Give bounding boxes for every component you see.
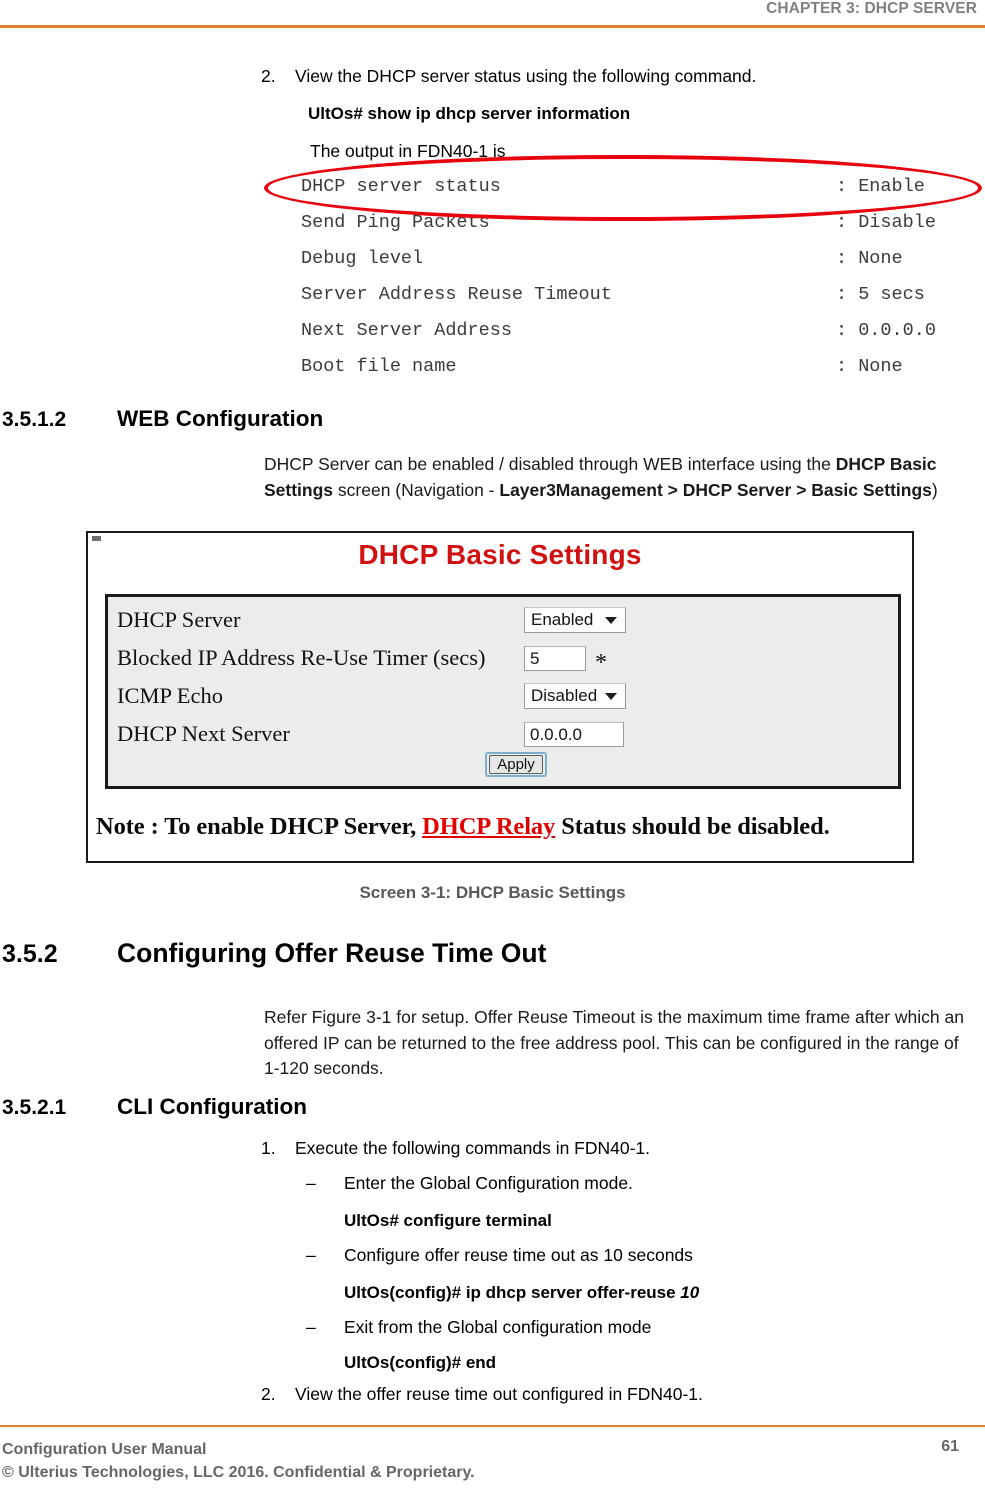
field-label: DHCP Next Server	[117, 721, 290, 746]
cli-command-text: UltOs(config)# end	[344, 1353, 497, 1372]
terminal-value: : None	[836, 356, 903, 377]
terminal-value: : None	[836, 248, 903, 269]
blocked-ip-timer-input[interactable]: 5	[524, 646, 586, 671]
dhcp-next-server-value: 0.0.0.0	[530, 724, 582, 744]
dhcp-next-server-input[interactable]: 0.0.0.0	[524, 722, 624, 747]
dhcp-relay-link[interactable]: DHCP Relay	[422, 813, 555, 840]
list-item: 2. View the DHCP server status using the…	[261, 64, 961, 89]
chevron-down-icon	[605, 693, 617, 700]
terminal-value: : 5 secs	[836, 284, 925, 305]
output-intro-text: The output in FDN40-1 is	[310, 141, 506, 161]
settings-panel: DHCP Server Enabled Blocked IP Address R…	[105, 594, 901, 789]
terminal-row: Next Server Address : 0.0.0.0	[301, 320, 961, 356]
terminal-value: : 0.0.0.0	[836, 320, 936, 341]
chapter-title: CHAPTER 3: DHCP SERVER	[766, 0, 977, 17]
terminal-row: Debug level : None	[301, 248, 961, 284]
list-item: – Exit from the Global configuration mod…	[306, 1315, 966, 1340]
document-page: CHAPTER 3: DHCP SERVER 2. View the DHCP …	[0, 0, 985, 1495]
footer-rule	[0, 1425, 985, 1427]
dhcp-server-select[interactable]: Enabled	[524, 607, 626, 633]
terminal-key: Server Address Reuse Timeout	[301, 284, 612, 305]
apply-button-inner: Apply	[489, 755, 543, 774]
blocked-ip-timer-value: 5	[530, 648, 540, 668]
terminal-key: Next Server Address	[301, 320, 512, 341]
form-row-dhcp-server: DHCP Server Enabled	[117, 601, 897, 639]
list-item-text: Enter the Global Configuration mode.	[344, 1173, 633, 1193]
paragraph-segment: DHCP Server can be enabled / disabled th…	[264, 454, 836, 474]
list-item: – Configure offer reuse time out as 10 s…	[306, 1243, 966, 1268]
heading-number: 3.5.2	[2, 940, 58, 968]
field-label: Blocked IP Address Re-Use Timer (secs)	[117, 645, 486, 670]
list-item-text: Exit from the Global configuration mode	[344, 1317, 652, 1337]
heading-cli-configuration: 3.5.2.1 CLI Configuration	[2, 1094, 307, 1120]
list-item: – Enter the Global Configuration mode.	[306, 1171, 966, 1196]
dhcp-server-select-value: Enabled	[531, 610, 594, 629]
icmp-echo-select[interactable]: Disabled	[524, 683, 626, 709]
terminal-key: Boot file name	[301, 356, 457, 377]
list-item: 1. Execute the following commands in FDN…	[261, 1136, 961, 1161]
list-marker: 2.	[261, 1384, 276, 1404]
cli-command: UltOs(config)# ip dhcp server offer-reus…	[344, 1280, 699, 1305]
list-item-text: Configure offer reuse time out as 10 sec…	[344, 1245, 693, 1265]
heading-number: 3.5.1.2	[2, 408, 67, 431]
list-marker: –	[306, 1245, 316, 1265]
cli-command: UltOs# configure terminal	[344, 1208, 552, 1233]
header-rule	[0, 25, 985, 28]
list-item: 2. View the offer reuse time out configu…	[261, 1382, 961, 1407]
paragraph-segment: screen (Navigation -	[333, 479, 500, 500]
heading-number: 3.5.2.1	[2, 1096, 67, 1119]
note-suffix: Status should be disabled.	[555, 813, 830, 840]
heading-text: Configuring Offer Reuse Time Out	[117, 938, 547, 968]
heading-offer-reuse: 3.5.2 Configuring Offer Reuse Time Out	[2, 938, 546, 969]
web-config-paragraph: DHCP Server can be enabled / disabled th…	[264, 452, 964, 503]
terminal-value: : Disable	[836, 212, 936, 233]
cli-command-text: UltOs(config)# ip dhcp server offer-reus…	[344, 1283, 681, 1302]
offer-reuse-paragraph: Refer Figure 3-1 for setup. Offer Reuse …	[264, 1007, 964, 1078]
page-number: 61	[941, 1438, 959, 1455]
figure-note: Note : To enable DHCP Server, DHCP Relay…	[96, 813, 908, 841]
terminal-row: Boot file name : None	[301, 356, 961, 392]
paragraph-segment: )	[931, 479, 938, 500]
cli-command-arg: 10	[680, 1283, 700, 1302]
heading-text: CLI Configuration	[117, 1094, 307, 1119]
terminal-key: DHCP server status	[301, 176, 501, 197]
required-asterisk: *	[595, 650, 607, 676]
terminal-row: DHCP server status : Enable	[301, 176, 961, 212]
terminal-row: Server Address Reuse Timeout : 5 secs	[301, 284, 961, 320]
list-marker: 2.	[261, 66, 276, 86]
list-item-text: Execute the following commands in FDN40-…	[295, 1138, 651, 1158]
list-item-text: View the DHCP server status using the fo…	[295, 66, 757, 86]
list-marker: 1.	[261, 1138, 276, 1158]
figure-caption: Screen 3-1: DHCP Basic Settings	[359, 883, 626, 902]
terminal-key: Send Ping Packets	[301, 212, 490, 233]
field-label: ICMP Echo	[117, 683, 224, 708]
figure-title: DHCP Basic Settings	[358, 539, 642, 570]
footer-copyright: © Ulterius Technologies, LLC 2016. Confi…	[2, 1464, 475, 1481]
chevron-down-icon	[605, 617, 617, 624]
note-prefix: Note : To enable DHCP Server,	[96, 813, 423, 840]
apply-button-label: Apply	[497, 756, 535, 773]
form-row-dhcp-next-server: DHCP Next Server 0.0.0.0	[117, 715, 897, 753]
heading-text: WEB Configuration	[117, 406, 324, 431]
terminal-value: : Enable	[836, 176, 925, 197]
cli-command-text: UltOs# configure terminal	[344, 1211, 552, 1230]
terminal-row: Send Ping Packets : Disable	[301, 212, 961, 248]
apply-button[interactable]: Apply	[485, 752, 547, 777]
list-marker: –	[306, 1173, 316, 1193]
form-row-blocked-ip-timer: Blocked IP Address Re-Use Timer (secs) 5…	[117, 639, 897, 677]
terminal-key: Debug level	[301, 248, 424, 269]
terminal-output: DHCP server status : Enable Send Ping Pa…	[301, 176, 961, 392]
list-marker: –	[306, 1317, 316, 1337]
list-item-text: View the offer reuse time out configured…	[295, 1384, 703, 1404]
heading-web-configuration: 3.5.1.2 WEB Configuration	[2, 406, 323, 432]
footer-manual-title: Configuration User Manual	[2, 1441, 207, 1458]
icmp-echo-select-value: Disabled	[531, 686, 598, 705]
form-row-icmp-echo: ICMP Echo Disabled	[117, 677, 897, 715]
cli-command: UltOs# show ip dhcp server information	[308, 104, 631, 123]
field-label: DHCP Server	[117, 607, 241, 632]
cli-command: UltOs(config)# end	[344, 1350, 496, 1375]
paragraph-bold-navigation-path: Layer3Management > DHCP Server > Basic S…	[499, 479, 932, 500]
figure-dhcp-basic-settings: DHCP Basic Settings DHCP Server Enabled …	[86, 531, 914, 863]
footer-text: Configuration User Manual © Ulterius Tec…	[2, 1438, 475, 1484]
